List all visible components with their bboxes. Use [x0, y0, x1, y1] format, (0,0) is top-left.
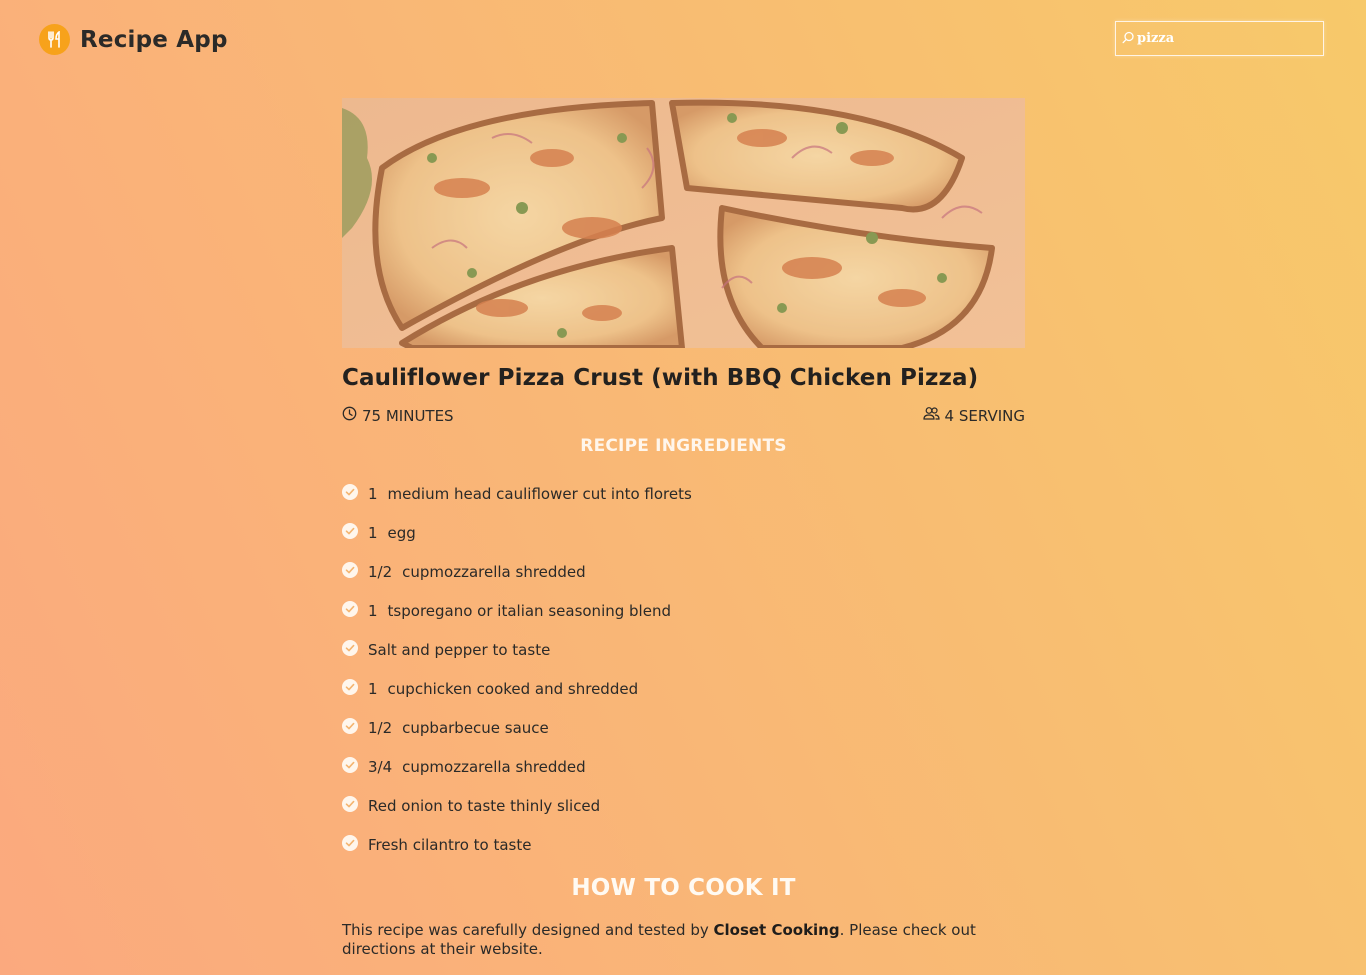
cook-time-label: 75 MINUTES: [362, 406, 454, 425]
search-input[interactable]: [1135, 31, 1317, 46]
app-logo[interactable]: Recipe App: [39, 24, 228, 55]
ingredient-text: Fresh cilantro to taste: [368, 835, 532, 854]
ingredient-qty: 1: [368, 523, 378, 542]
source-link[interactable]: Closet Cooking: [714, 921, 840, 939]
ingredient-item: 1 medium head cauliflower cut into flore…: [342, 474, 1025, 513]
ingredient-text: egg: [387, 523, 416, 542]
ingredient-item: Salt and pepper to taste: [342, 630, 1025, 669]
ingredient-text: cupbarbecue sauce: [402, 718, 549, 737]
ingredient-item: 1/2 cupbarbecue sauce: [342, 708, 1025, 747]
utensils-icon: [39, 24, 70, 55]
check-circle-icon: [342, 561, 358, 578]
check-circle-icon: [342, 639, 358, 656]
servings-label: 4 SERVING: [944, 406, 1025, 425]
ingredient-item: Red onion to taste thinly sliced: [342, 786, 1025, 825]
ingredient-item: 3/4 cupmozzarella shredded: [342, 747, 1025, 786]
ingredient-qty: 1: [368, 601, 378, 620]
ingredient-qty: 1/2: [368, 562, 393, 581]
recipe-title: Cauliflower Pizza Crust (with BBQ Chicke…: [342, 365, 979, 391]
app-title: Recipe App: [80, 26, 228, 53]
check-circle-icon: [342, 522, 358, 539]
search-icon: [1122, 29, 1135, 48]
check-circle-icon: [342, 678, 358, 695]
ingredient-item: 1 egg: [342, 513, 1025, 552]
recipe-detail: Cauliflower Pizza Crust (with BBQ Chicke…: [342, 98, 1025, 959]
cook-time: 75 MINUTES: [342, 406, 454, 425]
ingredient-text: Red onion to taste thinly sliced: [368, 796, 601, 815]
ingredient-text: medium head cauliflower cut into florets: [387, 484, 692, 503]
ingredient-qty: 1: [368, 484, 378, 503]
ingredient-item: 1/2 cupmozzarella shredded: [342, 552, 1025, 591]
how-to-cook-heading: HOW TO COOK IT: [571, 875, 796, 901]
ingredient-text: cupmozzarella shredded: [402, 562, 586, 581]
ingredient-text: cupchicken cooked and shredded: [387, 679, 639, 698]
check-circle-icon: [342, 717, 358, 734]
search-box[interactable]: [1115, 21, 1324, 56]
check-circle-icon: [342, 756, 358, 773]
check-circle-icon: [342, 483, 358, 500]
ingredient-list: 1 medium head cauliflower cut into flore…: [342, 474, 1025, 864]
ingredient-item: Fresh cilantro to taste: [342, 825, 1025, 864]
ingredient-qty: 1/2: [368, 718, 393, 737]
ingredient-qty: 3/4: [368, 757, 393, 776]
check-circle-icon: [342, 600, 358, 617]
ingredient-item: 1 cupchicken cooked and shredded: [342, 669, 1025, 708]
app-header: Recipe App: [0, 0, 1366, 80]
ingredient-text: tsporegano or italian seasoning blend: [387, 601, 671, 620]
source-note-text: This recipe was carefully designed and t…: [342, 921, 714, 939]
users-icon: [922, 406, 945, 425]
ingredient-qty: 1: [368, 679, 378, 698]
check-circle-icon: [342, 834, 358, 851]
recipe-image: [342, 98, 1025, 348]
clock-icon: [342, 406, 362, 425]
ingredient-text: Salt and pepper to taste: [368, 640, 551, 659]
ingredient-item: 1 tsporegano or italian seasoning blend: [342, 591, 1025, 630]
check-circle-icon: [342, 795, 358, 812]
ingredient-text: cupmozzarella shredded: [402, 757, 586, 776]
recipe-meta: 75 MINUTES 4 SERVING: [342, 406, 1025, 428]
source-note: This recipe was carefully designed and t…: [342, 921, 1025, 959]
servings: 4 SERVING: [922, 406, 1025, 425]
ingredients-heading: RECIPE INGREDIENTS: [580, 436, 787, 456]
